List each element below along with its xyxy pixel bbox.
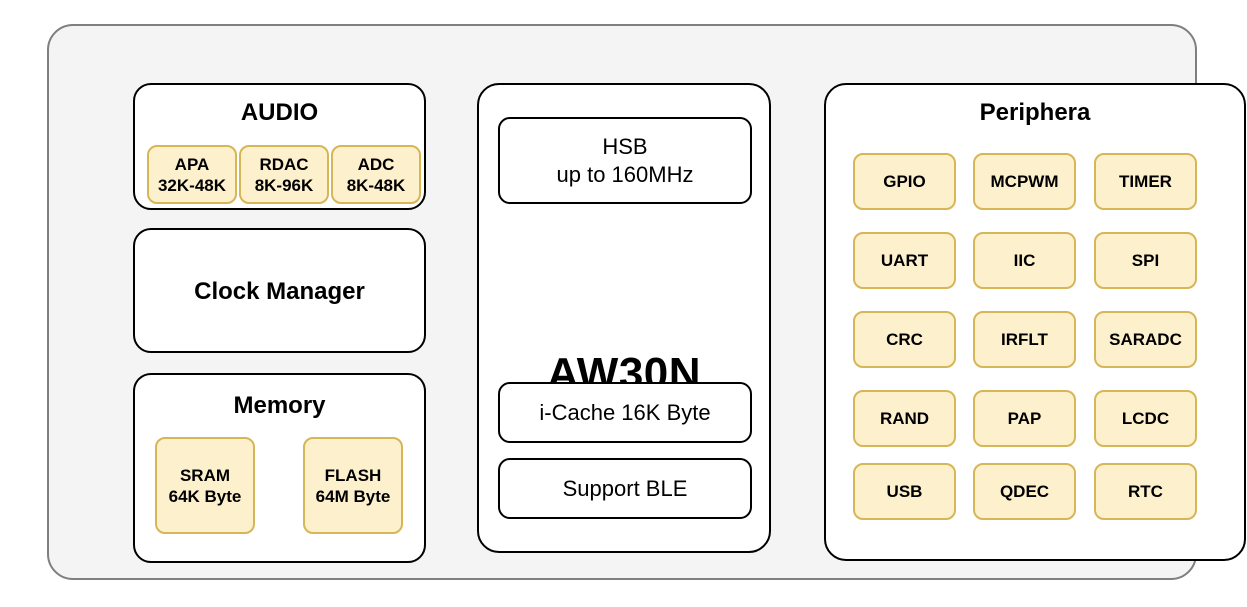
chip-label: TIMER [1119,172,1172,191]
peripheral-chip-mcpwm[interactable]: MCPWM [973,153,1076,210]
chip-label-line1: RDAC [259,154,309,174]
soc-chassis: AUDIO APA 32K-48K RDAC 8K-96K ADC 8K-48K… [47,24,1246,580]
peripheral-chip-rand[interactable]: RAND [853,390,956,447]
peripheral-chip-usb[interactable]: USB [853,463,956,520]
hsb-label-line2: up to 160MHz [556,161,694,187]
peripheral-chip-rtc[interactable]: RTC [1094,463,1197,520]
audio-chip-adc[interactable]: ADC 8K-48K [331,145,421,204]
peripheral-chip-uart[interactable]: UART [853,232,956,289]
chip-label: SPI [1131,251,1160,270]
chip-label-line2: 8K-48K [346,175,406,195]
core-hsb-box[interactable]: HSB up to 160MHz [498,117,752,204]
chip-label-line2: 64M Byte [315,486,391,506]
chip-label: MCPWM [990,172,1059,191]
chip-label: QDEC [999,482,1050,501]
chip-label: USB [886,482,923,501]
peripheral-chip-iic[interactable]: IIC [973,232,1076,289]
chip-label-line1: ADC [357,154,395,174]
hsb-label-line1: HSB [602,133,648,159]
chip-label-line1: FLASH [324,465,382,485]
chip-label: CRC [886,330,923,349]
peripheral-panel-title: Periphera [979,99,1091,126]
chip-label: GPIO [883,172,926,191]
audio-chip-rdac[interactable]: RDAC 8K-96K [239,145,329,204]
chip-label-line2: 32K-48K [157,175,227,195]
peripheral-chip-saradc[interactable]: SARADC [1094,311,1197,368]
audio-panel: AUDIO APA 32K-48K RDAC 8K-96K ADC 8K-48K [133,83,426,210]
chip-label-line1: SRAM [179,465,231,485]
icache-label: i-Cache 16K Byte [539,399,711,425]
clock-manager-label: Clock Manager [194,278,365,305]
core-ble-box[interactable]: Support BLE [498,458,752,519]
peripheral-panel: Periphera GPIO MCPWM TIMER UART IIC SPI … [824,83,1246,561]
peripheral-chip-pap[interactable]: PAP [973,390,1076,447]
peripheral-chip-lcdc[interactable]: LCDC [1094,390,1197,447]
peripheral-chip-qdec[interactable]: QDEC [973,463,1076,520]
chip-label-line2: 8K-96K [254,175,314,195]
audio-panel-title: AUDIO [240,99,319,126]
memory-panel: Memory SRAM 64K Byte FLASH 64M Byte [133,373,426,563]
core-panel: HSB up to 160MHz AW30N i-Cache 16K Byte … [477,83,771,553]
chip-label-line2: 64K Byte [168,486,242,506]
chip-label: IRFLT [1001,330,1048,349]
chip-label: LCDC [1121,409,1170,428]
chip-label: RTC [1128,482,1163,501]
chip-label: RAND [879,409,930,428]
memory-panel-title: Memory [233,392,326,419]
chip-label: SARADC [1109,330,1182,349]
peripheral-chip-gpio[interactable]: GPIO [853,153,956,210]
audio-chip-apa[interactable]: APA 32K-48K [147,145,237,204]
peripheral-chip-timer[interactable]: TIMER [1094,153,1197,210]
peripheral-chip-spi[interactable]: SPI [1094,232,1197,289]
memory-chip-sram[interactable]: SRAM 64K Byte [155,437,255,534]
chip-label: IIC [1013,251,1036,270]
clock-manager-panel: Clock Manager [133,228,426,353]
core-icache-box[interactable]: i-Cache 16K Byte [498,382,752,443]
peripheral-chip-crc[interactable]: CRC [853,311,956,368]
chip-label: UART [880,251,929,270]
chip-label: PAP [1007,409,1042,428]
ble-label: Support BLE [562,475,688,501]
chip-label-line1: APA [174,154,210,174]
memory-chip-flash[interactable]: FLASH 64M Byte [303,437,403,534]
peripheral-chip-irflt[interactable]: IRFLT [973,311,1076,368]
